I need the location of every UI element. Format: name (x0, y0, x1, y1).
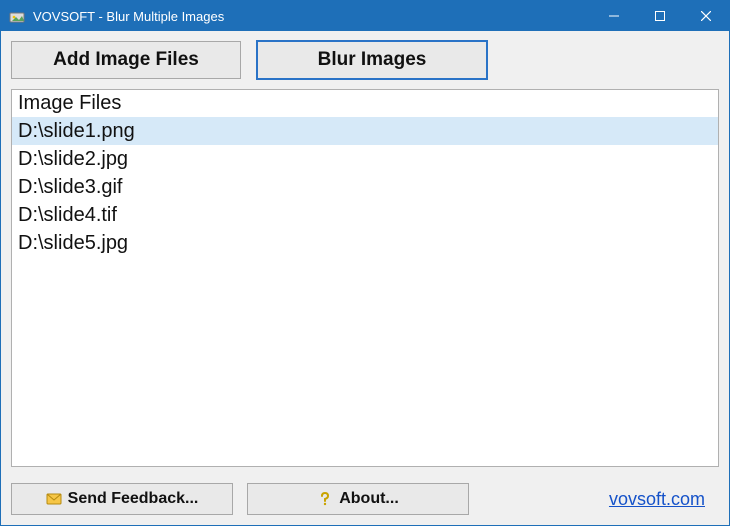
window-controls (591, 1, 729, 31)
list-item[interactable]: D:\slide3.gif (12, 173, 718, 201)
about-label: About... (339, 490, 399, 508)
blur-images-button[interactable]: Blur Images (257, 41, 487, 79)
about-button[interactable]: About... (247, 483, 469, 515)
envelope-icon (46, 491, 62, 507)
add-image-files-button[interactable]: Add Image Files (11, 41, 241, 79)
bottombar: Send Feedback... About... vovsoft.com (1, 475, 729, 525)
image-files-panel: Image Files D:\slide1.pngD:\slide2.jpgD:… (11, 89, 719, 467)
vovsoft-link[interactable]: vovsoft.com (609, 489, 705, 510)
image-files-list[interactable]: D:\slide1.pngD:\slide2.jpgD:\slide3.gifD… (12, 117, 718, 466)
list-item[interactable]: D:\slide5.jpg (12, 229, 718, 257)
image-files-header: Image Files (12, 90, 718, 117)
list-item[interactable]: D:\slide2.jpg (12, 145, 718, 173)
list-item[interactable]: D:\slide4.tif (12, 201, 718, 229)
send-feedback-button[interactable]: Send Feedback... (11, 483, 233, 515)
app-icon (9, 8, 25, 24)
maximize-button[interactable] (637, 1, 683, 31)
close-button[interactable] (683, 1, 729, 31)
list-item[interactable]: D:\slide1.png (12, 117, 718, 145)
send-feedback-label: Send Feedback... (68, 490, 199, 508)
titlebar: VOVSOFT - Blur Multiple Images (1, 1, 729, 31)
question-icon (317, 491, 333, 507)
toolbar: Add Image Files Blur Images (1, 31, 729, 85)
app-window: VOVSOFT - Blur Multiple Images Add Image… (0, 0, 730, 526)
minimize-button[interactable] (591, 1, 637, 31)
window-title: VOVSOFT - Blur Multiple Images (33, 9, 591, 24)
